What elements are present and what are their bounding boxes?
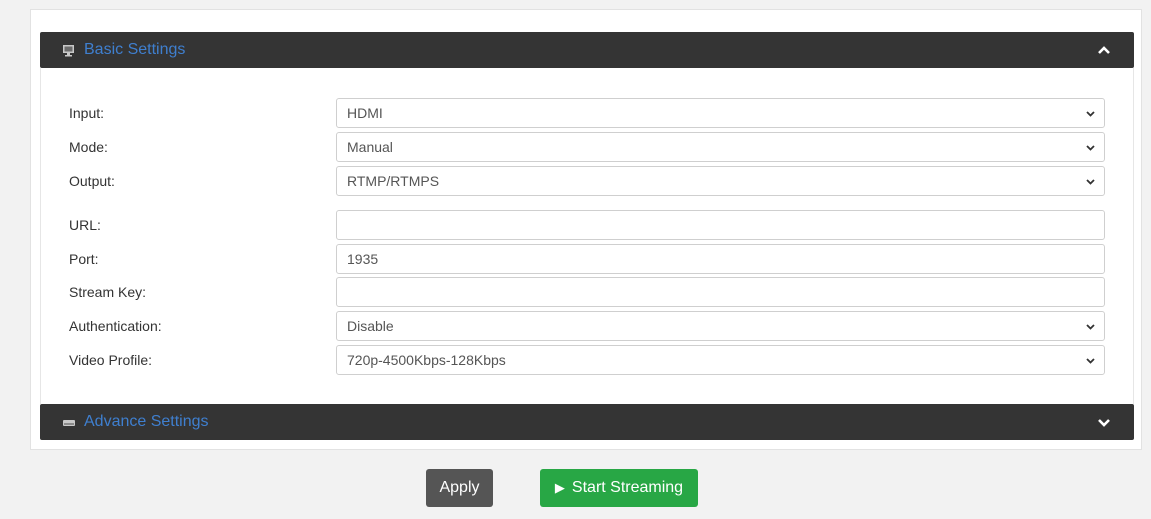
hard-drive-icon xyxy=(62,415,76,429)
basic-settings-body: Input: HDMI Mode: Manual Output: RTMP/RT… xyxy=(40,68,1134,404)
video-profile-select[interactable]: 720p-4500Kbps-128Kbps xyxy=(336,345,1105,375)
url-label: URL: xyxy=(69,217,101,233)
play-icon: ▶ xyxy=(554,480,565,495)
chevron-down-icon[interactable] xyxy=(1096,414,1112,430)
start-streaming-button[interactable]: ▶ Start Streaming xyxy=(540,469,698,507)
authentication-row: Authentication: Disable xyxy=(41,311,1135,341)
mode-select-value: Manual xyxy=(347,139,393,155)
chevron-down-icon xyxy=(1086,324,1095,330)
video-profile-label: Video Profile: xyxy=(69,352,153,368)
input-row: Input: HDMI xyxy=(41,98,1135,128)
monitor-settings-icon xyxy=(62,43,76,57)
chevron-down-icon xyxy=(1086,179,1095,185)
start-streaming-label: Start Streaming xyxy=(571,479,684,496)
settings-card: Basic Settings Input: HDMI Mode: Manual … xyxy=(30,9,1142,450)
stream-key-label: Stream Key: xyxy=(69,284,147,300)
video-profile-select-value: 720p-4500Kbps-128Kbps xyxy=(347,352,506,368)
authentication-select-value: Disable xyxy=(347,318,394,334)
output-row: Output: RTMP/RTMPS xyxy=(41,166,1135,196)
basic-settings-title: Basic Settings xyxy=(84,41,186,58)
chevron-down-icon xyxy=(1086,145,1095,151)
video-profile-row: Video Profile: 720p-4500Kbps-128Kbps xyxy=(41,345,1135,375)
advance-settings-title: Advance Settings xyxy=(84,413,209,430)
chevron-up-icon[interactable] xyxy=(1096,42,1112,58)
mode-select[interactable]: Manual xyxy=(336,132,1105,162)
mode-row: Mode: Manual xyxy=(41,132,1135,162)
url-input[interactable] xyxy=(336,210,1105,240)
authentication-select[interactable]: Disable xyxy=(336,311,1105,341)
input-label: Input: xyxy=(69,105,105,121)
chevron-down-icon xyxy=(1086,358,1095,364)
output-label: Output: xyxy=(69,173,115,189)
mode-label: Mode: xyxy=(69,139,108,155)
authentication-label: Authentication: xyxy=(69,318,162,334)
input-select-value: HDMI xyxy=(347,105,383,121)
url-row: URL: xyxy=(41,210,1135,240)
output-select-value: RTMP/RTMPS xyxy=(347,173,440,189)
basic-settings-header[interactable]: Basic Settings xyxy=(40,32,1134,68)
chevron-down-icon xyxy=(1086,111,1095,117)
input-select[interactable]: HDMI xyxy=(336,98,1105,128)
port-input[interactable]: 1935 xyxy=(336,244,1105,274)
stream-key-input[interactable] xyxy=(336,277,1105,307)
apply-button[interactable]: Apply xyxy=(426,469,493,507)
output-select[interactable]: RTMP/RTMPS xyxy=(336,166,1105,196)
port-row: Port: 1935 xyxy=(41,244,1135,274)
port-input-value: 1935 xyxy=(347,251,379,267)
port-label: Port: xyxy=(69,251,99,267)
stream-key-row: Stream Key: xyxy=(41,277,1135,307)
advance-settings-header[interactable]: Advance Settings xyxy=(40,404,1134,440)
